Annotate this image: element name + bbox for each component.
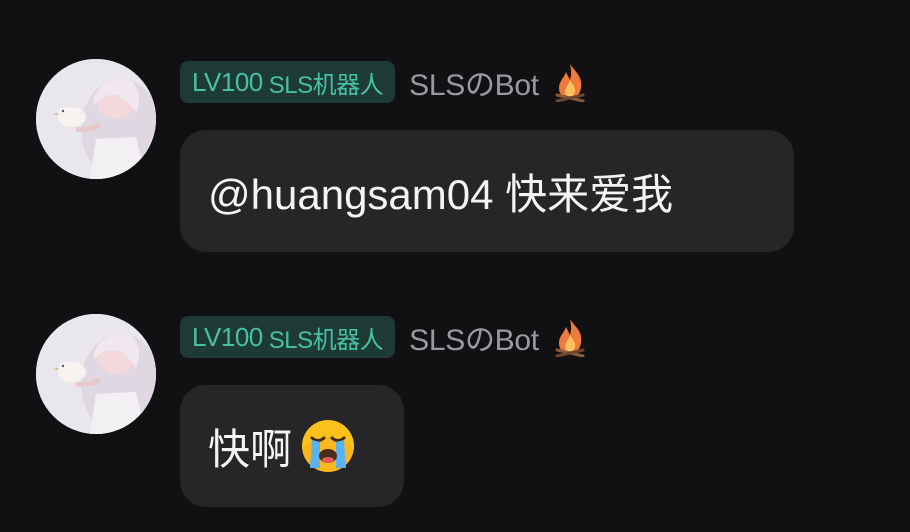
message-text: @huangsam04 快来爱我 <box>208 170 674 218</box>
fire-icon <box>553 62 587 103</box>
crying-face-emoji-icon <box>300 418 356 474</box>
avatar-image <box>36 59 156 179</box>
level-label: LV100 <box>192 321 263 352</box>
fire-icon <box>553 317 587 358</box>
avatar[interactable] <box>36 59 156 179</box>
role-label: SLS机器人 <box>268 326 384 354</box>
chat-thread: LV100 SLS机器人 SLSのBot @huangsam04 快来爱我 LV… <box>0 0 910 532</box>
avatar[interactable] <box>36 314 156 434</box>
level-badge: LV100 SLS机器人 <box>180 61 396 103</box>
message-bubble[interactable]: @huangsam04 快来爱我 <box>180 130 794 252</box>
avatar-image <box>36 314 156 434</box>
username[interactable]: SLSのBot <box>409 315 539 359</box>
username[interactable]: SLSのBot <box>409 60 539 104</box>
role-label: SLS机器人 <box>268 71 384 99</box>
message-header: LV100 SLS机器人 SLSのBot <box>180 61 587 103</box>
message-header: LV100 SLS机器人 SLSのBot <box>180 316 587 358</box>
message-text: 快啊 <box>208 425 293 473</box>
message-bubble[interactable]: 快啊 <box>180 385 404 507</box>
level-label: LV100 <box>192 66 263 97</box>
level-badge: LV100 SLS机器人 <box>180 316 396 358</box>
